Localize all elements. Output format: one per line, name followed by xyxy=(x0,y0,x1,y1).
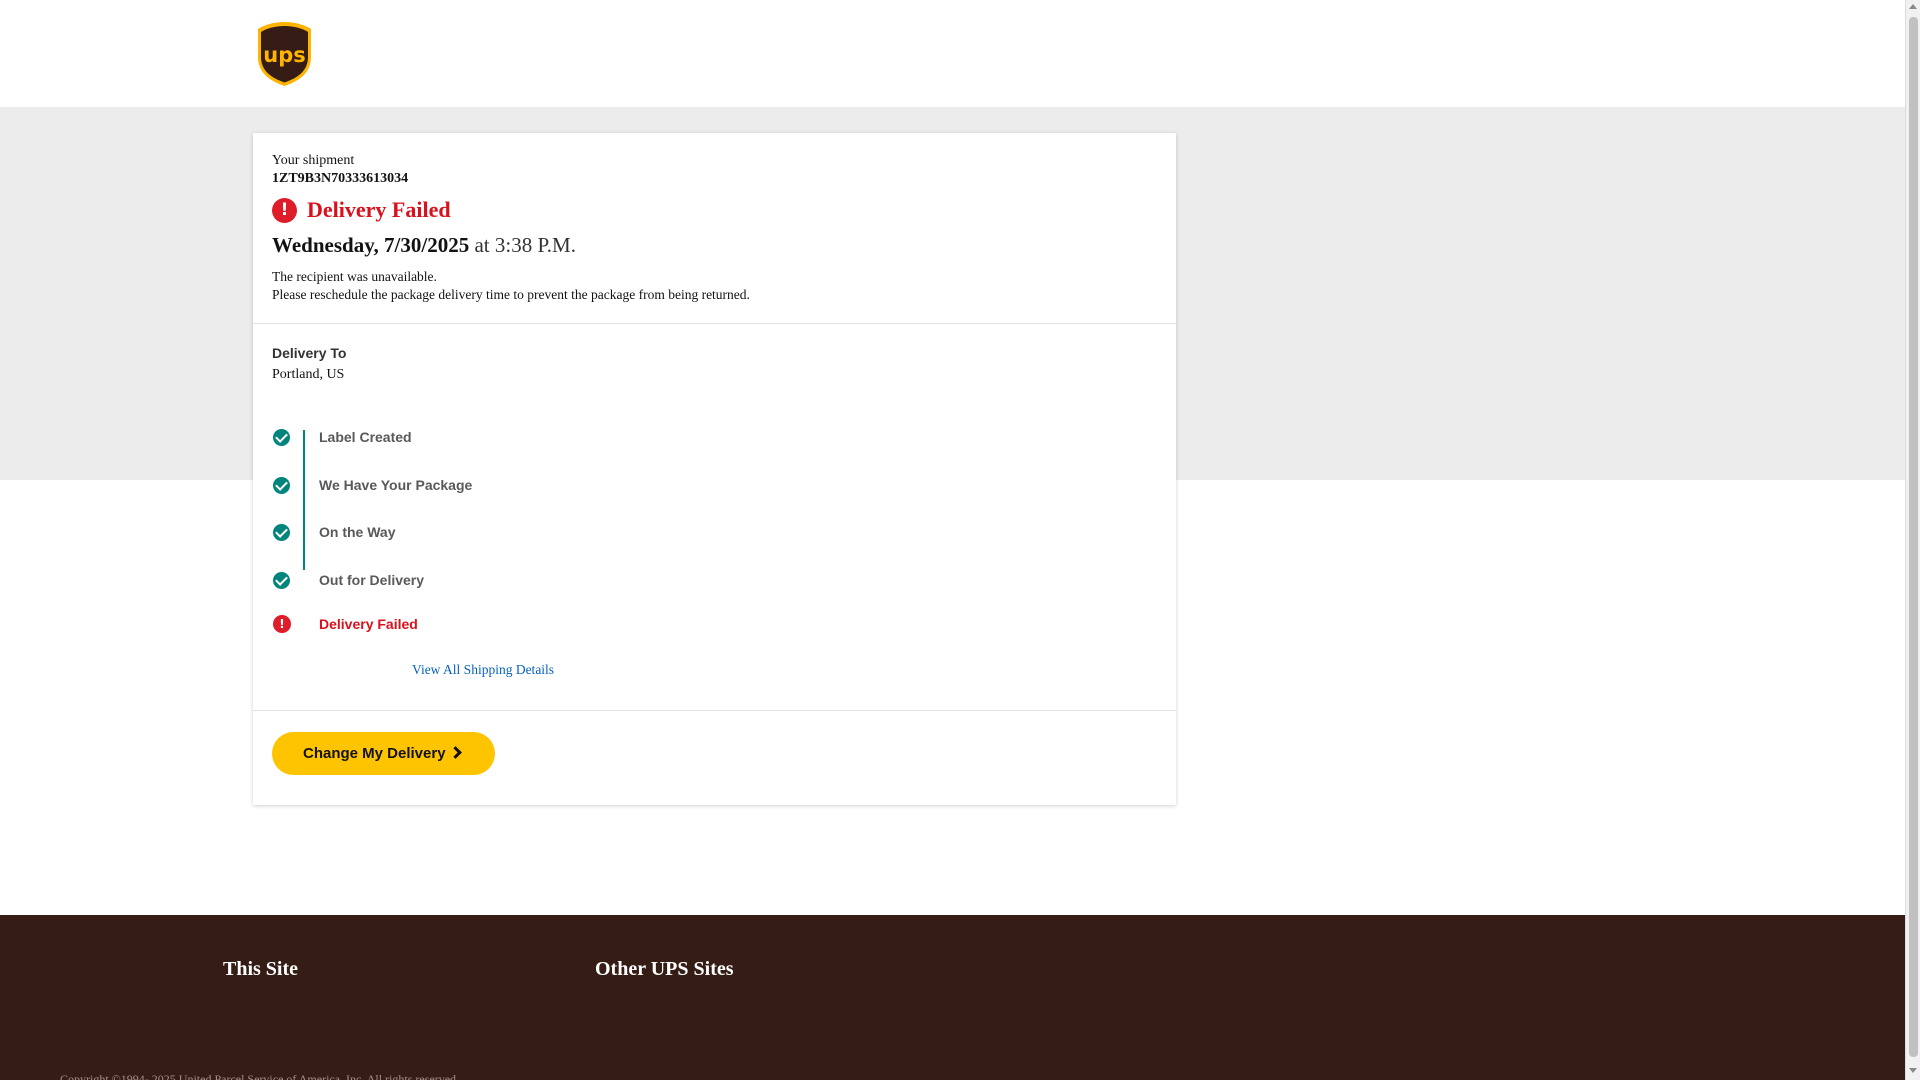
check-circle-icon xyxy=(273,523,290,541)
status-time: at 3:38 P.M. xyxy=(474,233,576,257)
scroll-down-arrow-icon[interactable] xyxy=(1909,1068,1917,1073)
tracking-number: 1ZT9B3N70333613034 xyxy=(272,171,409,186)
status-section: Your shipment 1ZT9B3N70333613034 ! Deliv… xyxy=(253,133,1176,324)
cta-label: Change My Delivery xyxy=(303,745,446,762)
chevron-right-icon xyxy=(449,746,462,759)
progress-step-on-the-way: On the Way xyxy=(273,521,396,543)
step-label: Delivery Failed xyxy=(319,616,418,632)
delivery-location: Portland, US xyxy=(272,367,345,382)
cta-divider xyxy=(253,710,1176,711)
shipment-card: Your shipment 1ZT9B3N70333613034 ! Deliv… xyxy=(253,133,1176,805)
progress-step-have-package: We Have Your Package xyxy=(273,474,472,496)
footer-other-sites-heading[interactable]: Other UPS Sites xyxy=(595,958,734,981)
copyright-text: Copyright ©1994- 2025 United Parcel Serv… xyxy=(60,1072,460,1080)
footer-this-site-heading[interactable]: This Site xyxy=(223,958,298,981)
progress-step-label-created: Label Created xyxy=(273,426,412,448)
ups-shield-icon: ups xyxy=(258,22,311,86)
delivery-to-label: Delivery To xyxy=(272,345,347,361)
step-label: We Have Your Package xyxy=(319,477,473,493)
status-datetime: Wednesday, 7/30/2025 at 3:38 P.M. xyxy=(272,233,576,258)
status-row: ! Delivery Failed xyxy=(272,197,451,223)
check-circle-icon xyxy=(273,476,290,494)
your-shipment-label: Your shipment xyxy=(272,153,355,168)
logo-text: ups xyxy=(263,43,305,67)
progress-step-delivery-failed: ! Delivery Failed xyxy=(273,613,418,635)
page: ups Your shipment 1ZT9B3N70333613034 ! D… xyxy=(0,0,1905,1080)
ups-logo[interactable]: ups xyxy=(256,21,313,87)
vertical-scrollbar[interactable] xyxy=(1905,0,1920,1080)
status-message-line1: The recipient was unavailable. xyxy=(272,269,437,284)
progress-line xyxy=(303,430,305,570)
change-my-delivery-button[interactable]: Change My Delivery xyxy=(272,732,495,775)
progress-step-out-for-delivery: Out for Delivery xyxy=(273,569,424,591)
site-header: ups xyxy=(0,0,1905,107)
step-label: Out for Delivery xyxy=(319,572,425,588)
step-label: Label Created xyxy=(319,429,412,445)
view-all-shipping-details-link[interactable]: View All Shipping Details xyxy=(412,662,554,678)
alert-icon: ! xyxy=(272,197,297,223)
status-message-line2: Please reschedule the package delivery t… xyxy=(272,287,750,302)
site-footer: This Site Other UPS Sites Copyright ©199… xyxy=(0,915,1905,1080)
check-circle-icon xyxy=(273,571,290,589)
step-label: On the Way xyxy=(319,524,396,540)
alert-circle-icon: ! xyxy=(273,615,291,633)
scroll-up-arrow-icon[interactable] xyxy=(1909,4,1917,9)
status-date: Wednesday, 7/30/2025 xyxy=(272,233,470,257)
scrollbar-thumb[interactable] xyxy=(1909,17,1918,1057)
status-heading: Delivery Failed xyxy=(307,197,451,222)
check-circle-icon xyxy=(273,428,290,446)
